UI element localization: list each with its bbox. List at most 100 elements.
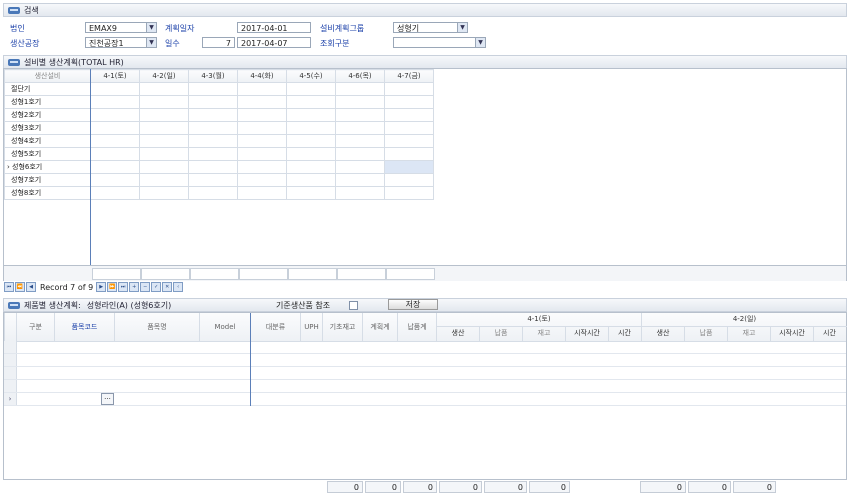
- plan-cell[interactable]: [188, 160, 238, 174]
- product-subcol-header[interactable]: 시간: [813, 326, 845, 341]
- product-subcol-header[interactable]: 생산: [641, 326, 684, 341]
- plan-cell[interactable]: [139, 173, 189, 187]
- plan-cell[interactable]: [384, 108, 434, 122]
- lookup-select[interactable]: ▼: [393, 37, 486, 48]
- plan-cell[interactable]: [286, 121, 336, 135]
- plan-cell[interactable]: [90, 147, 140, 161]
- plan-cell[interactable]: [286, 173, 336, 187]
- plan-cell[interactable]: [384, 173, 434, 187]
- plan-cell[interactable]: [90, 108, 140, 122]
- table-row[interactable]: 절단기: [4, 82, 434, 96]
- plan-cell[interactable]: [139, 186, 189, 200]
- product-col-header[interactable]: 기초재고: [322, 313, 362, 341]
- plan-cell[interactable]: [188, 134, 238, 148]
- first-record-icon[interactable]: ⏮: [4, 282, 14, 292]
- plan-cell[interactable]: [384, 121, 434, 135]
- plan-cell[interactable]: [139, 82, 189, 96]
- save-button[interactable]: 저장: [388, 299, 438, 310]
- date-col-header[interactable]: 4-7(금): [384, 69, 434, 83]
- chevron-down-icon[interactable]: ▼: [475, 38, 485, 47]
- plan-cell[interactable]: [90, 160, 140, 174]
- plan-cell[interactable]: [286, 160, 336, 174]
- next-record-icon[interactable]: ▶: [96, 282, 107, 292]
- product-col-header[interactable]: 구분: [16, 313, 54, 341]
- plan-cell[interactable]: [90, 186, 140, 200]
- chevron-down-icon[interactable]: ▼: [457, 23, 467, 32]
- product-subcol-header[interactable]: 납품: [479, 326, 522, 341]
- plan-cell[interactable]: [384, 147, 434, 161]
- plan-cell[interactable]: [384, 186, 434, 200]
- equip-group-select[interactable]: 성형기 ▼: [393, 22, 468, 33]
- table-row[interactable]: ›: [4, 393, 846, 406]
- plan-cell[interactable]: [335, 186, 385, 200]
- table-row[interactable]: › 성형6호기: [4, 160, 434, 174]
- plan-cell[interactable]: [90, 82, 140, 96]
- ellipsis-button[interactable]: ...: [101, 393, 114, 405]
- plan-cell[interactable]: [237, 173, 287, 187]
- plan-date-from-input[interactable]: 2017-04-01: [237, 22, 311, 33]
- chevron-down-icon[interactable]: ▼: [146, 38, 156, 47]
- row-selector[interactable]: [4, 354, 17, 366]
- plan-cell[interactable]: [139, 108, 189, 122]
- plan-cell[interactable]: [237, 121, 287, 135]
- table-row[interactable]: 성형7호기: [4, 173, 434, 187]
- plan-cell[interactable]: [188, 108, 238, 122]
- table-row[interactable]: 성형3호기: [4, 121, 434, 135]
- plan-cell[interactable]: [188, 186, 238, 200]
- plan-cell[interactable]: [237, 95, 287, 109]
- plan-cell[interactable]: [286, 108, 336, 122]
- plan-cell[interactable]: [286, 95, 336, 109]
- product-subcol-header[interactable]: 재고: [522, 326, 565, 341]
- plan-cell[interactable]: [188, 95, 238, 109]
- product-subcol-header[interactable]: 생산: [436, 326, 479, 341]
- table-row[interactable]: [4, 367, 846, 380]
- scroll-left-icon[interactable]: ‹: [173, 282, 184, 292]
- product-subcol-header[interactable]: 시간: [608, 326, 640, 341]
- plan-cell[interactable]: [335, 82, 385, 96]
- product-subcol-header[interactable]: 납품: [684, 326, 727, 341]
- add-record-icon[interactable]: +: [129, 282, 140, 292]
- equip-col-header[interactable]: 생산설비: [4, 69, 91, 83]
- product-subcol-header[interactable]: 재고: [727, 326, 770, 341]
- date-col-header[interactable]: 4-6(목): [335, 69, 385, 83]
- plan-cell[interactable]: [90, 134, 140, 148]
- plan-cell[interactable]: [139, 160, 189, 174]
- plan-cell[interactable]: [286, 82, 336, 96]
- table-row[interactable]: 성형1호기: [4, 95, 434, 109]
- plan-cell[interactable]: [139, 121, 189, 135]
- date-col-header[interactable]: 4-5(수): [286, 69, 336, 83]
- plan-cell[interactable]: [335, 147, 385, 161]
- prev-page-icon[interactable]: ⏪: [15, 282, 25, 292]
- plan-cell[interactable]: [335, 108, 385, 122]
- table-row[interactable]: 성형2호기: [4, 108, 434, 122]
- plan-cell[interactable]: [139, 147, 189, 161]
- chevron-down-icon[interactable]: ▼: [146, 23, 156, 32]
- reference-checkbox[interactable]: [349, 301, 358, 310]
- product-col-header[interactable]: Model: [199, 313, 250, 341]
- plan-cell[interactable]: [335, 173, 385, 187]
- last-record-icon[interactable]: ⏭: [118, 282, 129, 292]
- plan-cell[interactable]: [90, 173, 140, 187]
- corp-select[interactable]: EMAX9 ▼: [85, 22, 157, 33]
- product-col-header[interactable]: 품목코드: [54, 313, 114, 341]
- plan-cell[interactable]: [237, 108, 287, 122]
- plan-cell[interactable]: [237, 134, 287, 148]
- product-col-header[interactable]: 품목명: [114, 313, 199, 341]
- factory-select[interactable]: 진천공장1 ▼: [85, 37, 157, 48]
- date-col-header[interactable]: 4-2(일): [139, 69, 189, 83]
- plan-cell[interactable]: [139, 95, 189, 109]
- product-subcol-header[interactable]: 시작시간: [770, 326, 813, 341]
- plan-cell[interactable]: [384, 134, 434, 148]
- product-col-header[interactable]: [4, 313, 16, 341]
- plan-cell[interactable]: [335, 160, 385, 174]
- product-col-header[interactable]: UPH: [300, 313, 322, 341]
- plan-date-to-input[interactable]: 2017-04-07: [237, 37, 311, 48]
- plan-cell[interactable]: [139, 134, 189, 148]
- plan-cell[interactable]: [286, 186, 336, 200]
- table-row[interactable]: [4, 380, 846, 393]
- plan-cell[interactable]: [188, 121, 238, 135]
- table-row[interactable]: [4, 341, 846, 354]
- cancel-edit-icon[interactable]: ✕: [162, 282, 173, 292]
- product-subcol-header[interactable]: 시작시간: [565, 326, 608, 341]
- plan-cell[interactable]: [237, 186, 287, 200]
